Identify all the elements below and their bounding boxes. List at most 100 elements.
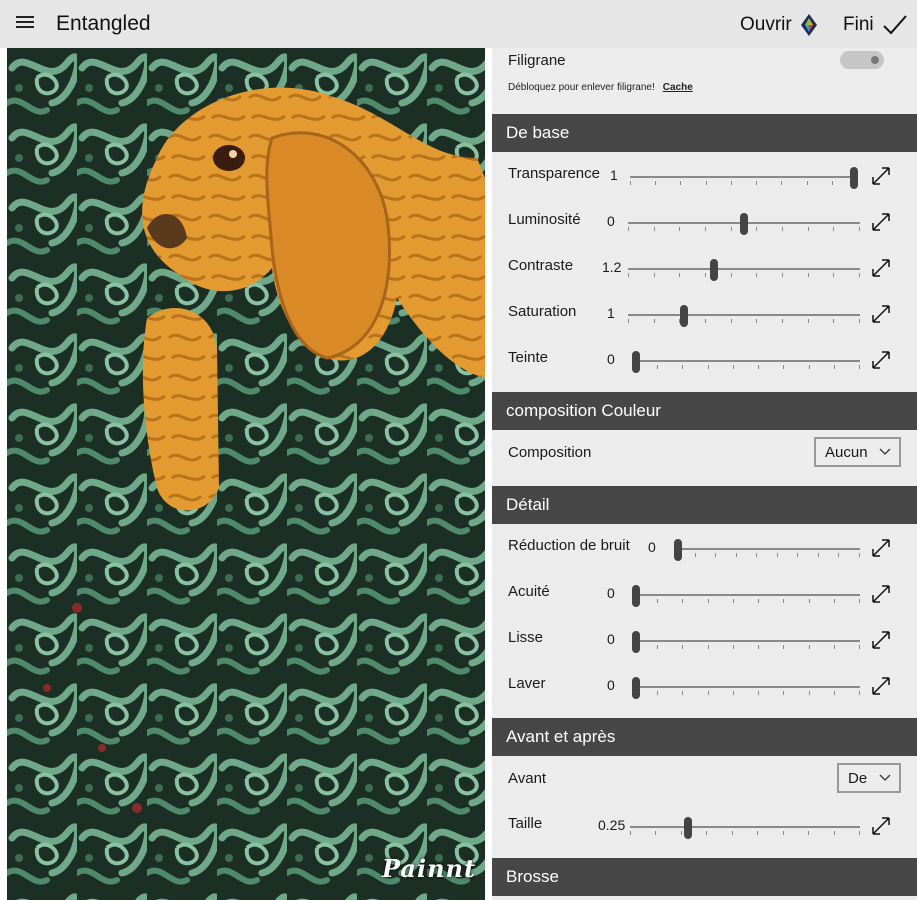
slider-track[interactable] [632,686,860,688]
slider-tick [756,227,757,231]
slider-tick [708,599,709,603]
expand-arrows-icon[interactable] [870,165,892,187]
expand-arrows-icon[interactable] [870,815,892,837]
section-header-detail[interactable]: Détail [492,486,917,524]
slider-row-contraste: Contraste 1.2 [492,244,917,290]
hide-link[interactable]: Cache [663,82,693,93]
slider-track[interactable] [632,360,860,362]
slider[interactable] [632,351,860,373]
section-header-basic[interactable]: De base [492,114,917,152]
composition-dropdown[interactable]: Aucun [814,437,901,467]
expand-arrows-icon[interactable] [870,675,892,697]
slider-thumb[interactable] [632,631,640,653]
composition-row: Composition Aucun [492,430,917,478]
slider[interactable] [674,539,860,561]
slider[interactable] [628,259,860,281]
slider-value: 1.2 [602,259,622,275]
slider-thumb[interactable] [740,213,748,235]
slider-tick [756,273,757,277]
section-header-color-composition[interactable]: composition Couleur [492,392,917,430]
slider-tick [733,365,734,369]
expand-arrows-icon[interactable] [870,257,892,279]
slider-tick [655,831,656,835]
slider-tick [708,645,709,649]
slider-track[interactable] [630,176,858,178]
slider-value: 1 [607,305,615,321]
slider-tick [758,645,759,649]
expand-arrows-icon[interactable] [870,629,892,651]
slider-value: 1 [610,167,618,183]
slider-thumb[interactable] [632,585,640,607]
expand-arrows-icon[interactable] [870,211,892,233]
slider-tick [756,181,757,185]
slider[interactable] [630,167,858,189]
slider-row-teinte: Teinte 0 [492,336,917,382]
expand-arrows-icon[interactable] [870,583,892,605]
section-header-brush[interactable]: Brosse [492,858,917,896]
watermark-title: Filigrane [508,52,566,69]
slider-thumb[interactable] [632,351,640,373]
slider-tick [859,691,860,695]
expand-arrows-icon[interactable] [870,537,892,559]
slider-label: Transparence [508,165,600,182]
slider-tick [654,273,655,277]
slider-thumb[interactable] [674,539,682,561]
section-header-before-after[interactable]: Avant et après [492,718,917,756]
image-canvas[interactable]: Painnt [7,48,485,900]
slider-tick [757,831,758,835]
watermark-logo: Painnt [382,854,477,883]
before-dropdown[interactable]: De [837,763,901,793]
slider-tick [859,273,860,277]
slider-thumb[interactable] [632,677,640,699]
slider-label: Lisse [508,629,544,646]
slider-tick [818,553,819,557]
slider-tick [705,273,706,277]
slider-track[interactable] [630,826,860,828]
slider-tick [628,273,629,277]
slider-tick [833,273,834,277]
slider-tick [681,831,682,835]
watermark-note-text: Débloquez pour enlever filigrane! [508,82,655,93]
slider-tick [657,599,658,603]
slider-label: Acuité [508,583,550,600]
slider[interactable] [628,213,860,235]
section-title: Détail [506,495,550,514]
slider-track[interactable] [628,314,860,316]
slider[interactable] [632,585,860,607]
slider-tick [809,691,810,695]
slider-tick [859,365,860,369]
app-title: Entangled [56,12,151,35]
slider-value: 0 [607,213,615,229]
composition-selected: Aucun [825,444,868,461]
slider-label: Contraste [508,257,574,274]
slider-thumb[interactable] [679,305,688,327]
slider-thumb[interactable] [850,167,858,189]
slider-track[interactable] [632,594,860,596]
slider-tick [731,319,732,323]
slider-track[interactable] [628,268,860,270]
expand-arrows-icon[interactable] [870,303,892,325]
slider-tick [834,645,835,649]
slider-row-lisse: Lisse 0 [492,616,917,662]
slider-thumb[interactable] [709,259,718,281]
slider[interactable] [632,677,860,699]
slider[interactable] [628,305,860,327]
slider-value: 0 [648,539,656,555]
slider-track[interactable] [632,640,860,642]
slider-thumb[interactable] [683,817,692,839]
slider-tick [628,319,629,323]
slider-tick [783,365,784,369]
slider-tick [731,181,732,185]
slider-track[interactable] [674,548,860,550]
hamburger-icon[interactable] [16,16,34,32]
settings-panel[interactable]: Filigrane Débloquez pour enlever filigra… [492,48,917,900]
slider[interactable] [630,817,860,839]
open-button[interactable]: Ouvrir [740,10,818,40]
slider-tick [731,273,732,277]
done-button[interactable]: Fini [843,10,908,40]
slider-tick [834,831,835,835]
slider[interactable] [632,631,860,653]
expand-arrows-icon[interactable] [870,349,892,371]
slider-tick [833,227,834,231]
watermark-toggle[interactable] [840,51,884,69]
